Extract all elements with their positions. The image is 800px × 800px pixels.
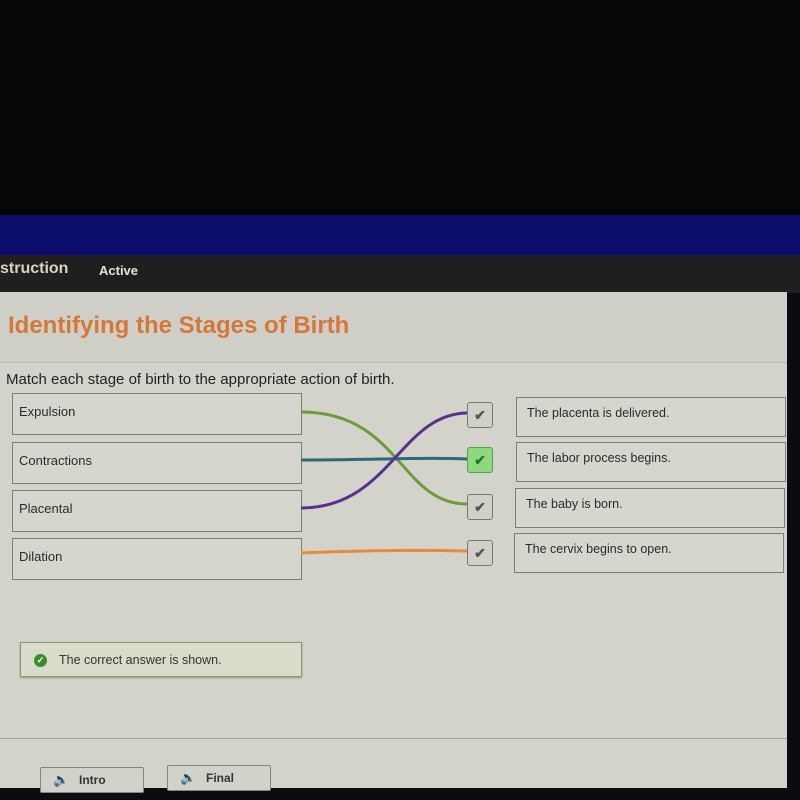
check-box-4[interactable]: ✔ <box>467 540 493 566</box>
final-audio-button[interactable]: 🔈 Final <box>167 765 271 791</box>
action-placenta[interactable]: The placenta is delivered. <box>516 397 786 437</box>
action-cervix[interactable]: The cervix begins to open. <box>514 533 784 573</box>
action-label: The labor process begins. <box>527 451 671 465</box>
intro-label: Intro <box>79 773 106 787</box>
line-contractions <box>300 456 468 462</box>
checkmark-icon: ✔ <box>474 406 486 423</box>
nav-bar: struction Active <box>0 255 800 293</box>
screen-bezel <box>0 0 800 215</box>
footer-divider <box>0 738 787 739</box>
action-label: The cervix begins to open. <box>525 542 672 556</box>
nav-instruction[interactable]: struction <box>0 260 68 278</box>
check-box-3[interactable]: ✔ <box>467 494 493 520</box>
action-labor[interactable]: The labor process begins. <box>516 442 786 482</box>
checkmark-icon: ✔ <box>474 544 486 561</box>
speaker-icon: 🔈 <box>53 772 70 787</box>
check-circle-icon: ✓ <box>34 654 47 667</box>
action-label: The baby is born. <box>526 497 623 511</box>
nav-active[interactable]: Active <box>99 263 138 278</box>
intro-audio-button[interactable]: 🔈 Intro <box>40 767 144 793</box>
speaker-icon: 🔈 <box>180 770 197 785</box>
check-box-2[interactable]: ✔ <box>467 447 493 473</box>
checkmark-icon: ✔ <box>474 498 486 515</box>
feedback-banner: ✓ The correct answer is shown. <box>20 642 302 677</box>
feedback-text: The correct answer is shown. <box>59 653 222 667</box>
check-box-1[interactable]: ✔ <box>467 402 493 428</box>
action-baby[interactable]: The baby is born. <box>515 488 785 528</box>
action-label: The placenta is delivered. <box>527 406 670 420</box>
final-label: Final <box>206 771 235 785</box>
activity-panel: Identifying the Stages of Birth Match ea… <box>0 292 787 793</box>
header-bar <box>0 215 800 255</box>
line-dilation <box>300 548 468 555</box>
checkmark-icon: ✔ <box>474 451 486 468</box>
